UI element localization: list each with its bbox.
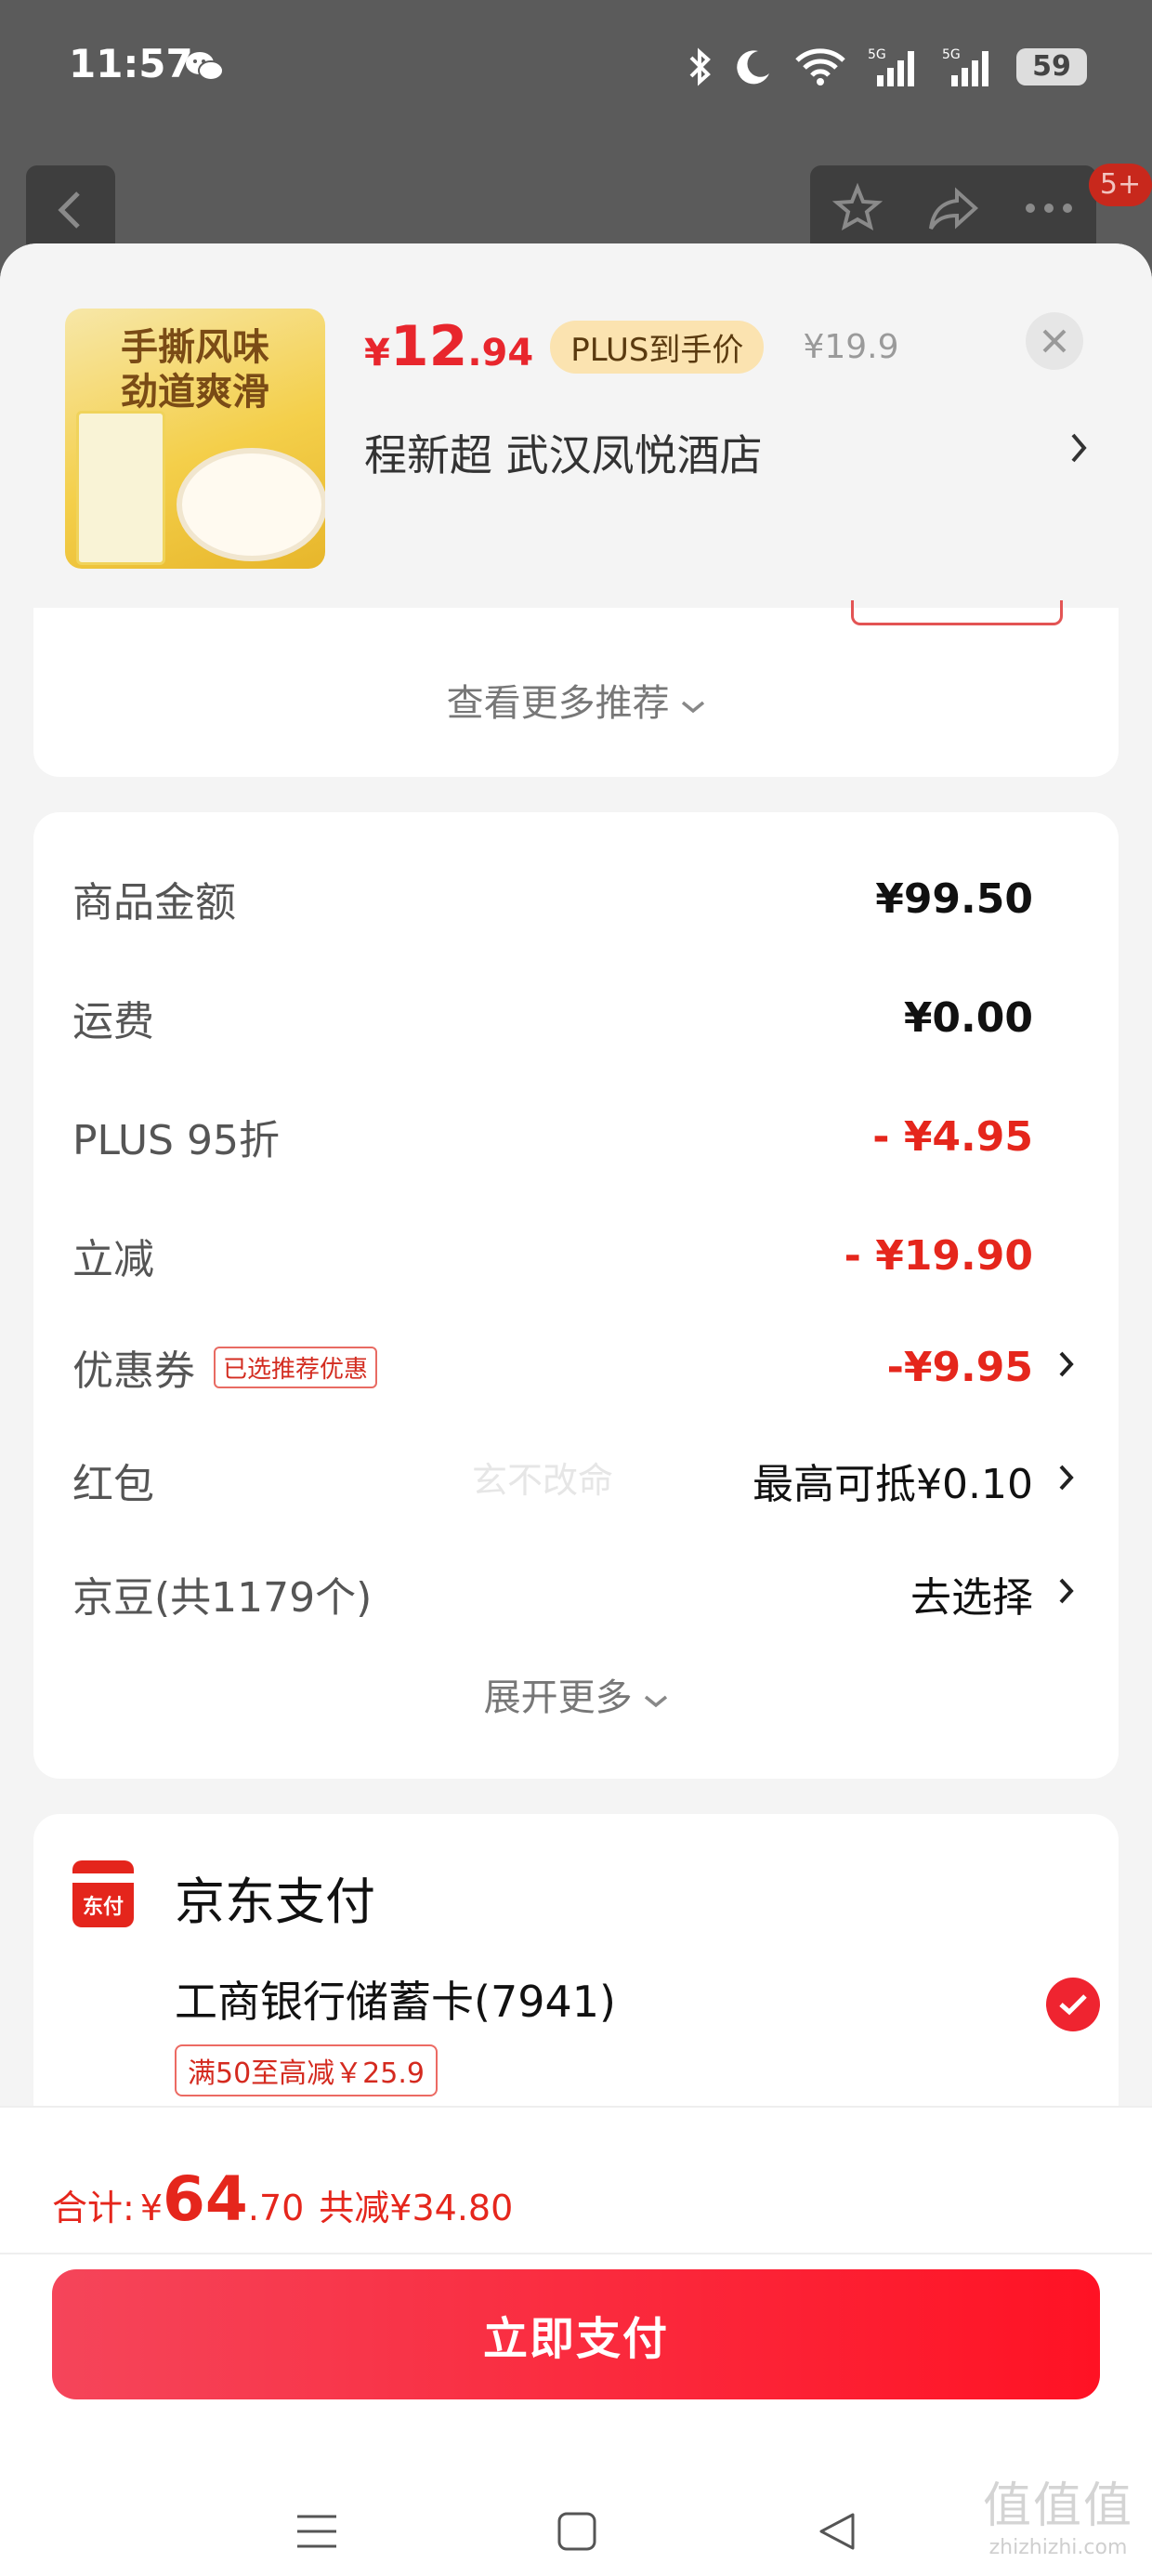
show-more-label: 查看更多推荐	[446, 682, 670, 725]
pay-now-button[interactable]: 立即支付	[52, 2269, 1100, 2399]
signal-5g-icon-2: 5G	[942, 46, 996, 88]
product-price-row: ¥ 12 .94 PLUS到手价 ¥19.9	[364, 314, 899, 379]
address-row[interactable]: 程新超 武汉凤悦酒店	[364, 420, 1089, 485]
message-badge: 5+	[1089, 164, 1152, 206]
expand-more-button[interactable]: 展开更多	[33, 1667, 1119, 1721]
summary-value: - ¥19.90	[844, 1231, 1033, 1280]
checkout-sheet: 手撕风味 劲道爽滑 ¥ 12 .94 PLUS到手价 ¥19.9 程新超 武汉凤…	[0, 243, 1152, 2576]
summary-row-jd-beans[interactable]: 京豆(共1179个) 去选择	[72, 1561, 1080, 1626]
summary-value: -¥9.95	[886, 1343, 1033, 1391]
bank-promo-tag: 满50至高减￥25.9	[175, 2044, 438, 2096]
payment-title: 京东支付	[175, 1873, 375, 1931]
recommend-card: 查看更多推荐	[33, 600, 1119, 777]
share-icon[interactable]	[925, 182, 981, 238]
total-label: 合计:	[52, 2188, 135, 2228]
site-watermark-url: zhizhizhi.com	[988, 2536, 1128, 2559]
total-integer: 64	[163, 2163, 248, 2235]
summary-row-coupon[interactable]: 优惠券 已选推荐优惠 -¥9.95	[72, 1334, 1080, 1400]
status-bar: 11:57 5G 5G 59	[0, 0, 1152, 139]
summary-row-instant-discount: 立减 - ¥19.90	[72, 1223, 1080, 1288]
battery-indicator: 59	[1016, 48, 1087, 85]
summary-value: ¥0.00	[903, 993, 1033, 1042]
selected-check-icon[interactable]	[1046, 1978, 1100, 2031]
bluetooth-icon	[687, 46, 713, 87]
price-currency: ¥	[364, 332, 390, 375]
site-watermark-logo: 值值值	[982, 2478, 1133, 2534]
chevron-down-icon	[681, 682, 705, 725]
watermark-text: 玄不改命	[472, 1460, 614, 1501]
chevron-right-icon	[1057, 1346, 1080, 1388]
summary-value: 最高可抵¥0.10	[753, 1461, 1033, 1508]
more-icon[interactable]	[1023, 199, 1075, 221]
chevron-left-icon	[58, 191, 80, 229]
status-time: 11:57	[69, 41, 193, 86]
summary-value: - ¥4.95	[872, 1112, 1033, 1161]
summary-label: 京豆(共1179个)	[72, 1574, 373, 1622]
original-price: ¥19.9	[803, 327, 899, 366]
chevron-right-icon	[1057, 1459, 1080, 1502]
checkout-bottom-bar: 合计: ¥ 64 .70 共减¥34.80 立即支付 值值值 zhizhizhi…	[0, 2106, 1152, 2576]
system-nav-bar	[0, 2489, 1152, 2576]
signal-5g-icon: 5G	[868, 46, 922, 88]
summary-label-wrap: 优惠券 已选推荐优惠	[72, 1337, 887, 1397]
wechat-icon	[184, 48, 225, 84]
summary-value: 去选择	[910, 1574, 1033, 1622]
chevron-down-icon	[644, 1676, 668, 1719]
summary-row-goods: 商品金额 ¥99.50	[72, 866, 1080, 931]
total-saved: 共减¥34.80	[319, 2188, 514, 2228]
bank-card-option[interactable]: 工商银行储蓄卡(7941)	[175, 1968, 616, 2030]
shipping-address: 程新超 武汉凤悦酒店	[364, 430, 763, 480]
recommend-item-peek	[851, 600, 1063, 625]
summary-label: PLUS 95折	[72, 1117, 280, 1164]
jd-pay-icon-label: 东付	[82, 1896, 124, 1919]
show-more-recommendations[interactable]: 查看更多推荐	[33, 673, 1119, 727]
product-image: 手撕风味 劲道爽滑	[65, 309, 325, 569]
coupon-recommended-tag: 已选推荐优惠	[214, 1346, 378, 1388]
price-summary-card: 商品金额 ¥99.50 运费 ¥0.00 PLUS 95折 - ¥4.95 立减…	[33, 812, 1119, 1779]
close-button[interactable]	[1026, 312, 1083, 370]
product-header: 手撕风味 劲道爽滑 ¥ 12 .94 PLUS到手价 ¥19.9 程新超 武汉凤…	[0, 243, 1152, 608]
wifi-icon	[793, 47, 847, 86]
total-decimal: .70	[247, 2188, 305, 2228]
summary-label: 商品金额	[72, 879, 236, 927]
home-icon[interactable]	[556, 2511, 597, 2556]
summary-row-plus-discount: PLUS 95折 - ¥4.95	[72, 1104, 1080, 1169]
price-integer: 12	[389, 314, 468, 379]
product-caption-line2: 劲道爽滑	[121, 371, 269, 414]
back-button[interactable]	[26, 165, 115, 255]
product-image-caption: 手撕风味 劲道爽滑	[121, 325, 269, 414]
summary-row-shipping: 运费 ¥0.00	[72, 985, 1080, 1050]
summary-value: ¥99.50	[875, 874, 1033, 923]
product-package-shape	[76, 411, 165, 565]
status-icons: 5G 5G 59	[687, 41, 1087, 93]
order-total: 合计: ¥ 64 .70 共减¥34.80	[52, 2163, 513, 2238]
product-caption-line1: 手撕风味	[121, 326, 269, 369]
chevron-right-icon	[1068, 431, 1089, 474]
summary-label: 红包	[72, 1461, 154, 1508]
expand-more-label: 展开更多	[483, 1676, 633, 1719]
moon-icon	[734, 47, 773, 86]
summary-label: 立减	[72, 1236, 154, 1283]
back-triangle-icon[interactable]	[816, 2511, 857, 2556]
menu-icon[interactable]	[295, 2513, 338, 2554]
svg-text:5G: 5G	[868, 47, 886, 62]
close-icon	[1042, 329, 1067, 353]
divider	[0, 2253, 1152, 2254]
svg-text:5G: 5G	[942, 47, 961, 62]
noodle-bowl-shape	[177, 448, 325, 561]
chevron-right-icon	[1057, 1572, 1080, 1615]
plus-price-badge: PLUS到手价	[550, 320, 765, 374]
site-watermark: 值值值 zhizhizhi.com	[983, 2466, 1133, 2559]
jd-pay-icon: 东付	[72, 1860, 134, 1927]
total-currency: ¥	[139, 2188, 163, 2228]
summary-label: 优惠券	[72, 1347, 195, 1395]
star-icon[interactable]	[831, 182, 884, 238]
summary-label: 运费	[72, 998, 154, 1045]
price-decimal: .94	[467, 332, 534, 375]
nav-actions	[810, 165, 1096, 255]
